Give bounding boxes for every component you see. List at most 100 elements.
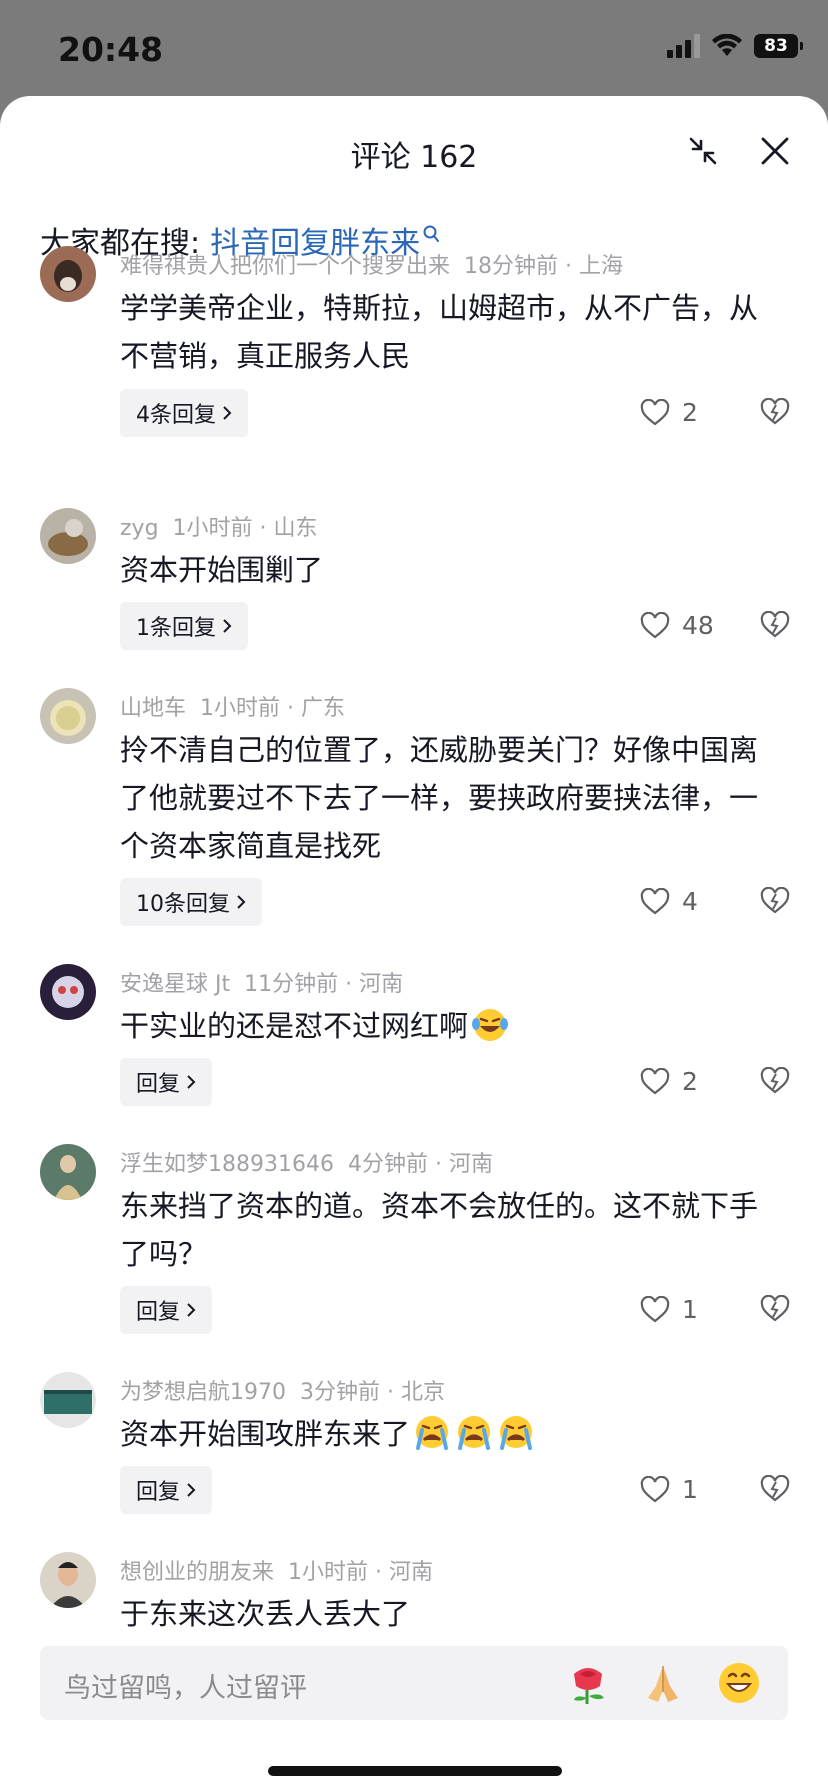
like-button[interactable]: 48	[640, 611, 714, 640]
dislike-icon[interactable]	[760, 398, 790, 426]
search-icon	[423, 225, 440, 242]
crying-emoji	[500, 1416, 533, 1450]
comment-username[interactable]: 浮生如梦188931646	[120, 1152, 334, 1177]
comment-meta: 想创业的朋友来 1小时前 · 河南	[120, 1554, 433, 1586]
crying-emoji	[458, 1416, 491, 1450]
comment-text: 于东来这次丢人丢大了	[120, 1597, 411, 1631]
reply-button[interactable]: 回复	[120, 1286, 213, 1334]
comment-text: 资本开始围剿了	[120, 553, 324, 587]
like-count: 2	[682, 398, 698, 427]
avatar[interactable]	[40, 1552, 96, 1608]
home-indicator	[268, 1766, 562, 1776]
comment-time-location: 1小时前 · 山东	[172, 516, 318, 541]
like-count: 4	[682, 887, 698, 916]
comment-text: 拎不清自己的位置了，还威胁要关门？好像中国离了他就要过不下去了一样，要挟政府要挟…	[120, 733, 759, 863]
comment-input-bar[interactable]: 鸟过留鸣，人过留评	[40, 1646, 788, 1720]
dislike-icon[interactable]	[760, 1295, 790, 1323]
like-button[interactable]: 1	[640, 1295, 698, 1324]
comment-text: 学学美帝企业，特斯拉，山姆超市，从不广告，从不营销，真正服务人民	[120, 291, 759, 373]
comment-text: 东来挡了资本的道。资本不会放任的。这不就下手了吗？	[120, 1189, 759, 1271]
avatar[interactable]	[40, 688, 96, 744]
battery-indicator: 83	[754, 34, 803, 58]
status-icons: 83	[667, 34, 803, 58]
comment-sheet: 评论 162 大家都在搜: 抖音回复胖东来 难得祺贵人把你们一个个搜罗出来 18分…	[0, 96, 828, 1792]
comment-input-placeholder: 鸟过留鸣，人过留评	[64, 1673, 307, 1704]
like-count: 1	[682, 1295, 698, 1324]
comment-time-location: 18分钟前 · 上海	[464, 254, 623, 279]
view-replies-button[interactable]: 1条回复	[120, 602, 248, 650]
grin-emoji-button[interactable]	[716, 1660, 762, 1706]
comment-time-location: 3分钟前 · 北京	[300, 1380, 445, 1405]
wifi-icon	[712, 34, 742, 56]
reply-label: 回复	[136, 1072, 181, 1097]
chevron-right-icon	[223, 619, 232, 633]
status-bar: 20:48 83	[0, 0, 828, 100]
chevron-right-icon	[187, 1483, 196, 1497]
reply-button[interactable]: 回复	[120, 1466, 213, 1514]
comment-text-content: 干实业的还是怼不过网红啊	[120, 1009, 469, 1043]
comment-username[interactable]: 难得祺贵人把你们一个个搜罗出来	[120, 254, 450, 279]
like-count: 1	[682, 1475, 698, 1504]
comment-text: 资本开始围攻胖东来了	[120, 1410, 780, 1458]
battery-level: 83	[764, 36, 788, 56]
view-replies-label: 10条回复	[136, 892, 230, 917]
chevron-right-icon	[187, 1075, 196, 1089]
comment-meta: zyg 1小时前 · 山东	[120, 510, 318, 542]
heart-icon	[640, 611, 670, 638]
like-button[interactable]: 1	[640, 1475, 698, 1504]
status-time: 20:48	[58, 30, 164, 69]
comment-meta: 为梦想启航1970 3分钟前 · 北京	[120, 1374, 445, 1406]
reply-button[interactable]: 回复	[120, 1058, 213, 1106]
laugh-cry-emoji	[472, 1009, 509, 1041]
reply-label: 回复	[136, 1300, 181, 1325]
dislike-icon[interactable]	[760, 1067, 790, 1095]
comment-username[interactable]: 山地车	[120, 696, 186, 721]
pray-emoji-button[interactable]	[640, 1660, 686, 1706]
heart-icon	[640, 887, 670, 914]
dislike-icon[interactable]	[760, 611, 790, 639]
view-replies-button[interactable]: 4条回复	[120, 389, 248, 437]
comment-username[interactable]: zyg	[120, 516, 159, 541]
like-button[interactable]: 4	[640, 887, 698, 916]
comment-time-location: 4分钟前 · 河南	[347, 1152, 493, 1177]
heart-icon	[640, 398, 670, 425]
comment-meta: 山地车 1小时前 · 广东	[120, 690, 345, 722]
comment-time-location: 11分钟前 · 河南	[244, 972, 404, 997]
chevron-right-icon	[237, 895, 246, 909]
heart-icon	[640, 1295, 670, 1322]
comment-text: 干实业的还是怼不过网红啊	[120, 1002, 780, 1050]
avatar[interactable]	[40, 1372, 96, 1428]
view-replies-label: 1条回复	[136, 616, 216, 641]
comment-meta: 安逸星球 Jt 11分钟前 · 河南	[120, 966, 403, 998]
comment-time-location: 1小时前 · 广东	[200, 696, 345, 721]
like-count: 48	[682, 611, 714, 640]
avatar[interactable]	[40, 964, 96, 1020]
battery-tip	[800, 42, 803, 50]
avatar[interactable]	[40, 246, 96, 302]
dislike-icon[interactable]	[760, 887, 790, 915]
collapse-icon[interactable]	[688, 136, 718, 166]
avatar[interactable]	[40, 1144, 96, 1200]
reply-label: 回复	[136, 1480, 181, 1505]
close-icon[interactable]	[760, 136, 790, 166]
comment-username[interactable]: 想创业的朋友来	[120, 1560, 274, 1585]
crying-emoji	[416, 1416, 449, 1450]
heart-icon	[640, 1067, 670, 1094]
comment-text-content: 资本开始围攻胖东来了	[120, 1417, 411, 1451]
chevron-right-icon	[187, 1303, 196, 1317]
dislike-icon[interactable]	[760, 1475, 790, 1503]
comment-meta: 难得祺贵人把你们一个个搜罗出来 18分钟前 · 上海	[120, 248, 623, 280]
comment-time-location: 1小时前 · 河南	[288, 1560, 433, 1585]
comment-meta: 浮生如梦188931646 4分钟前 · 河南	[120, 1146, 493, 1178]
comment-username[interactable]: 为梦想启航1970	[120, 1380, 286, 1405]
view-replies-button[interactable]: 10条回复	[120, 878, 262, 926]
like-button[interactable]: 2	[640, 398, 698, 427]
avatar[interactable]	[40, 508, 96, 564]
view-replies-label: 4条回复	[136, 403, 216, 428]
rose-emoji-button[interactable]	[566, 1660, 612, 1706]
cellular-signal-icon	[667, 34, 700, 58]
heart-icon	[640, 1475, 670, 1502]
comment-username[interactable]: 安逸星球 Jt	[120, 972, 230, 997]
like-button[interactable]: 2	[640, 1067, 698, 1096]
chevron-right-icon	[223, 406, 232, 420]
